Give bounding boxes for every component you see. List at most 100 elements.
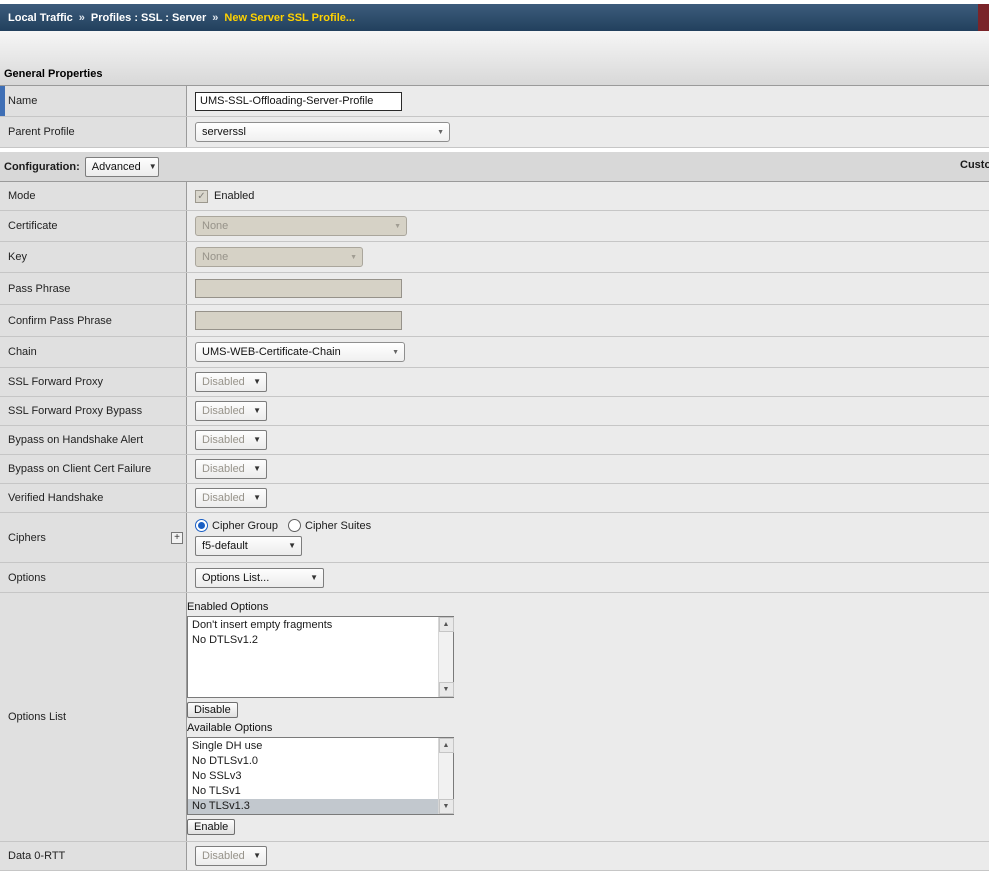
general-properties-table: Name Parent Profile serverssl ▼ — [0, 85, 989, 148]
scroll-down-icon[interactable]: ▼ — [439, 682, 454, 697]
list-item[interactable]: No DTLSv1.2 — [188, 633, 438, 648]
check-icon: ✓ — [197, 191, 205, 202]
ssl-forward-proxy-bypass-label: SSL Forward Proxy Bypass — [8, 405, 142, 417]
configuration-label: Configuration: — [4, 161, 80, 173]
mode-checkbox: ✓ — [195, 190, 208, 203]
name-input[interactable] — [195, 92, 402, 111]
custom-column-header: Custom — [960, 159, 989, 171]
bypass-on-client-cert-failure-row: Bypass on Client Cert Failure Disabled ▼ — [0, 455, 989, 484]
scroll-up-icon[interactable]: ▲ — [439, 617, 454, 632]
data-0rtt-label: Data 0-RTT — [8, 850, 65, 862]
breadcrumb-local-traffic[interactable]: Local Traffic — [8, 12, 73, 24]
key-row: Key None ▼ — [0, 242, 989, 273]
bypass-on-handshake-alert-select: Disabled ▼ — [195, 430, 267, 450]
parent-profile-value: serverssl — [202, 126, 246, 138]
options-select[interactable]: Options List... ▼ — [195, 568, 324, 588]
confirm-pass-phrase-label: Confirm Pass Phrase — [8, 315, 112, 327]
configuration-table: Mode ✓ Enabled Certificate None ▼ Key No… — [0, 181, 989, 871]
data-0rtt-value: Disabled — [202, 850, 245, 862]
options-label: Options — [8, 572, 46, 584]
name-row-label-cell: Name — [0, 86, 187, 116]
cipher-group-radio-label: Cipher Group — [212, 520, 278, 532]
scroll-down-icon[interactable]: ▼ — [439, 799, 454, 814]
chain-value: UMS-WEB-Certificate-Chain — [202, 346, 341, 358]
mode-checkbox-label: Enabled — [214, 190, 254, 202]
required-indicator — [0, 86, 5, 116]
available-options-title: Available Options — [187, 722, 272, 734]
dropdown-arrow-icon: ▼ — [253, 852, 261, 860]
ssl-forward-proxy-bypass-select: Disabled ▼ — [195, 401, 267, 421]
dropdown-arrow-icon: ▼ — [253, 465, 261, 473]
certificate-value: None — [202, 220, 228, 232]
page-header-zone: General Properties — [0, 31, 989, 85]
dropdown-arrow-icon: ▼ — [394, 223, 401, 230]
enabled-options-title: Enabled Options — [187, 601, 268, 613]
options-row: Options Options List... ▼ — [0, 563, 989, 593]
dropdown-arrow-icon: ▼ — [253, 378, 261, 386]
bypass-on-client-cert-failure-value: Disabled — [202, 463, 245, 475]
scroll-up-icon[interactable]: ▲ — [439, 738, 454, 753]
pass-phrase-input — [195, 279, 402, 298]
scrollbar[interactable]: ▲ ▼ — [438, 617, 453, 697]
parent-profile-label: Parent Profile — [8, 126, 75, 138]
list-item[interactable]: No DTLSv1.0 — [188, 754, 438, 769]
dropdown-arrow-icon: ▼ — [437, 129, 444, 136]
dropdown-arrow-icon: ▼ — [310, 574, 318, 582]
cipher-suites-radio[interactable] — [288, 519, 301, 532]
disable-button[interactable]: Disable — [187, 702, 238, 718]
bypass-on-handshake-alert-row: Bypass on Handshake Alert Disabled ▼ — [0, 426, 989, 455]
parent-profile-select[interactable]: serverssl ▼ — [195, 122, 450, 142]
ssl-forward-proxy-bypass-row: SSL Forward Proxy Bypass Disabled ▼ — [0, 397, 989, 426]
dropdown-arrow-icon: ▼ — [253, 494, 261, 502]
chain-select[interactable]: UMS-WEB-Certificate-Chain ▼ — [195, 342, 405, 362]
certificate-label: Certificate — [8, 220, 58, 232]
options-list-row: Options List Enabled Options Don't inser… — [0, 593, 989, 842]
name-row: Name — [0, 86, 989, 117]
verified-handshake-row: Verified Handshake Disabled ▼ — [0, 484, 989, 513]
breadcrumb-separator-icon: » — [212, 12, 218, 24]
dropdown-arrow-icon: ▼ — [149, 163, 157, 171]
certificate-select: None ▼ — [195, 216, 407, 236]
available-options-listbox[interactable]: Single DH use No DTLSv1.0 No SSLv3 No TL… — [187, 737, 454, 815]
list-item[interactable]: Single DH use — [188, 739, 438, 754]
cipher-group-value: f5-default — [202, 540, 248, 552]
verified-handshake-select: Disabled ▼ — [195, 488, 267, 508]
confirm-pass-phrase-input — [195, 311, 402, 330]
verified-handshake-label: Verified Handshake — [8, 492, 103, 504]
ssl-forward-proxy-label: SSL Forward Proxy — [8, 376, 103, 388]
cipher-group-select[interactable]: f5-default ▼ — [195, 536, 302, 556]
bypass-on-client-cert-failure-label: Bypass on Client Cert Failure — [8, 463, 151, 475]
ssl-forward-proxy-value: Disabled — [202, 376, 245, 388]
certificate-row: Certificate None ▼ — [0, 211, 989, 242]
configuration-mode-select[interactable]: Advanced ▼ — [85, 157, 159, 177]
enabled-options-listbox[interactable]: Don't insert empty fragments No DTLSv1.2… — [187, 616, 454, 698]
ciphers-row: Ciphers + Cipher Group Cipher Suites f5-… — [0, 513, 989, 563]
bypass-on-client-cert-failure-select: Disabled ▼ — [195, 459, 267, 479]
key-select: None ▼ — [195, 247, 363, 267]
key-value: None — [202, 251, 228, 263]
enable-button[interactable]: Enable — [187, 819, 235, 835]
configuration-bar: Configuration: Advanced ▼ Custom — [0, 152, 989, 181]
list-item[interactable]: No TLSv1 — [188, 784, 438, 799]
bypass-on-handshake-alert-value: Disabled — [202, 434, 245, 446]
ssl-forward-proxy-bypass-value: Disabled — [202, 405, 245, 417]
confirm-pass-phrase-row: Confirm Pass Phrase — [0, 305, 989, 337]
breadcrumb-profiles-ssl-server[interactable]: Profiles : SSL : Server — [91, 12, 206, 24]
dropdown-arrow-icon: ▼ — [392, 349, 399, 356]
ssl-forward-proxy-select: Disabled ▼ — [195, 372, 267, 392]
scrollbar[interactable]: ▲ ▼ — [438, 738, 453, 814]
data-0rtt-row: Data 0-RTT Disabled ▼ — [0, 842, 989, 871]
cipher-group-radio[interactable] — [195, 519, 208, 532]
breadcrumb: Local Traffic » Profiles : SSL : Server … — [0, 4, 978, 31]
pass-phrase-row: Pass Phrase — [0, 273, 989, 305]
list-item[interactable]: Don't insert empty fragments — [188, 618, 438, 633]
bypass-on-handshake-alert-label: Bypass on Handshake Alert — [8, 434, 143, 446]
expand-plus-button[interactable]: + — [171, 532, 183, 544]
dropdown-arrow-icon: ▼ — [253, 436, 261, 444]
list-item-selected[interactable]: No TLSv1.3 — [188, 799, 438, 814]
general-properties-title: General Properties — [4, 68, 102, 80]
list-item[interactable]: No SSLv3 — [188, 769, 438, 784]
ssl-forward-proxy-row: SSL Forward Proxy Disabled ▼ — [0, 368, 989, 397]
breadcrumb-separator-icon: » — [79, 12, 85, 24]
configuration-mode-value: Advanced — [92, 161, 141, 173]
